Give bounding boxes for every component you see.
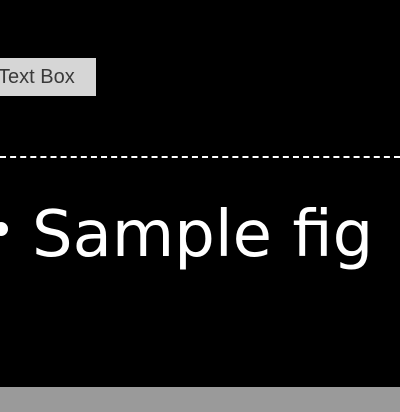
text-box-tag[interactable]: Text Box	[0, 58, 96, 96]
bottom-bar	[0, 387, 400, 412]
dashed-divider	[0, 156, 400, 158]
text-box-content[interactable]: Sample fig	[32, 190, 373, 280]
bullet-icon	[0, 222, 8, 236]
slide-canvas: Text Box Sample fig	[0, 0, 400, 412]
